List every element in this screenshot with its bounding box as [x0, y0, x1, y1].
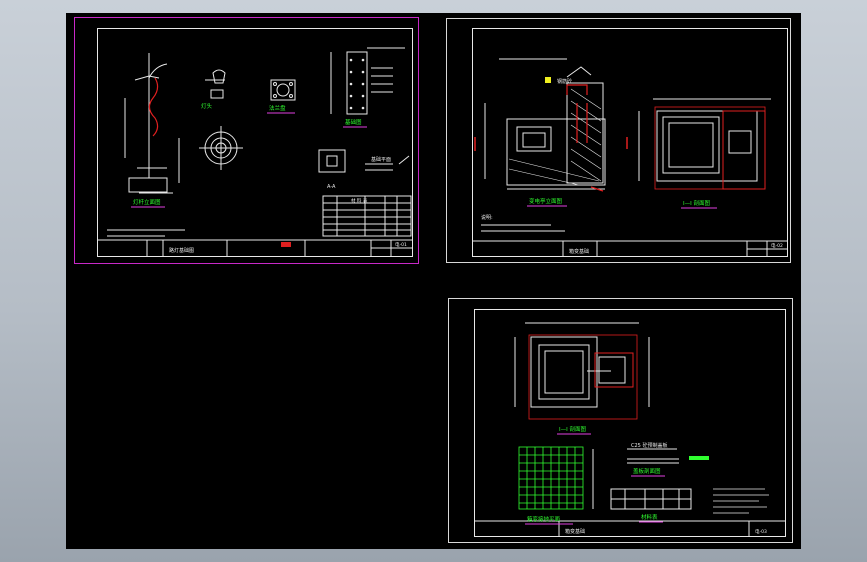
label-concrete: 钢筋砼	[557, 78, 572, 85]
sheet2-drawing: 变电亭立面图 I—I 剖面图 钢筋砼 说明: 箱变基础 电-02	[472, 58, 788, 257]
title-block-name: 箱变基础	[569, 248, 589, 255]
label-cover-plate: 盖板剖面图	[633, 467, 661, 475]
label-table-head: 材 料 表	[351, 197, 368, 204]
label-lamp-head: 灯头	[201, 102, 213, 110]
label-pole-elevation: 灯杆立面图	[133, 198, 161, 206]
label-plate-top: C25 砼预制盖板	[631, 442, 667, 449]
drawing-sheet-box-substation[interactable]: 变电亭立面图 I—I 剖面图 钢筋砼 说明: 箱变基础 电-02	[446, 18, 791, 263]
label-section: I—I 剖面图	[559, 425, 586, 433]
cad-drawing-canvas[interactable]: 灯杆立面图 灯头 法兰盘 基础图 基础平面 A-A 材 料 表 路灯基础图 电-…	[66, 13, 801, 549]
drawing-sheet-street-light[interactable]: 灯杆立面图 灯头 法兰盘 基础图 基础平面 A-A 材 料 表 路灯基础图 电-…	[74, 17, 419, 264]
sheet-number: 电-03	[755, 528, 767, 535]
label-base: 基础图	[345, 118, 362, 126]
title-block-name: 路灯基础图	[169, 247, 194, 254]
notes-heading: 说明:	[481, 214, 493, 221]
label-section: I—I 剖面图	[683, 199, 710, 207]
title-block-name: 箱变基础	[565, 528, 585, 535]
label-grounding-grid: 箱变接地平面	[527, 515, 561, 523]
label-base-plan: 基础平面	[371, 156, 391, 163]
sheet-number: 电-01	[395, 241, 407, 248]
drawing-sheet-grounding[interactable]: I—I 剖面图 箱变接地平面 盖板剖面图 C25 砼预制盖板 材料表 箱变基础 …	[448, 298, 793, 543]
label-elevation: 变电亭立面图	[529, 197, 563, 205]
sheet3-drawing: I—I 剖面图 箱变接地平面 盖板剖面图 C25 砼预制盖板 材料表 箱变基础 …	[474, 322, 786, 537]
sheet1-drawing: 灯杆立面图 灯头 法兰盘 基础图 基础平面 A-A 材 料 表 路灯基础图 电-…	[97, 47, 413, 257]
label-flange: 法兰盘	[269, 104, 286, 112]
label-section: A-A	[327, 184, 336, 190]
sheet-number: 电-02	[771, 242, 783, 249]
label-material-table: 材料表	[641, 513, 658, 521]
